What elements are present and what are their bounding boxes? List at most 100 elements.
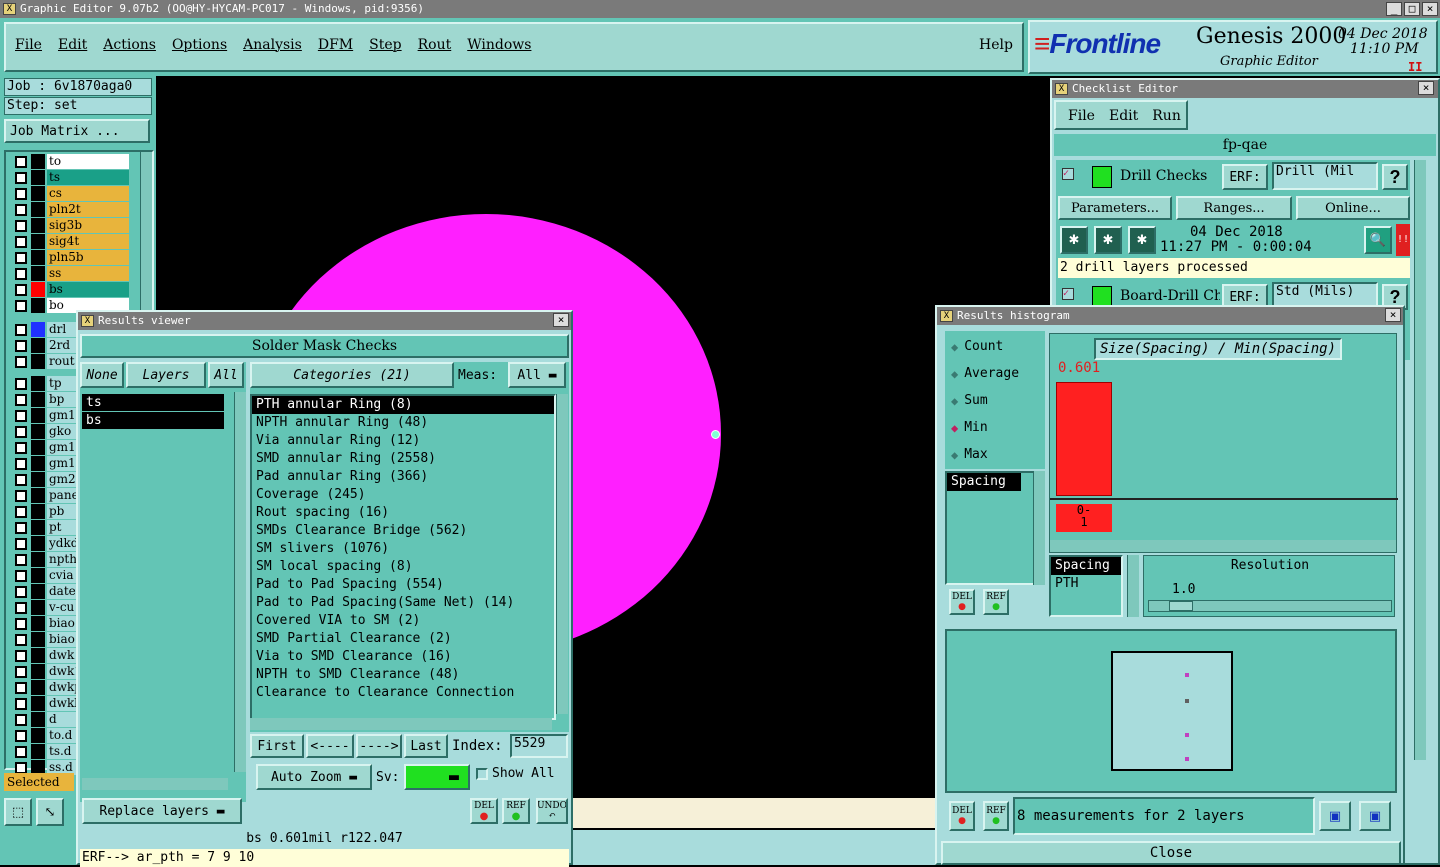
menu-actions[interactable]: Actions (103, 37, 156, 53)
undo-button[interactable]: UNDO ↶ (536, 798, 568, 824)
layer-affected-indicator[interactable] (31, 298, 45, 313)
close-icon[interactable]: × (1422, 2, 1438, 16)
layer-checkbox[interactable] (15, 442, 27, 454)
layer-affected-indicator[interactable] (31, 170, 45, 185)
layer-checkbox[interactable] (15, 268, 27, 280)
stat-option-average[interactable]: ◆ Average (951, 366, 1019, 381)
slider-thumb[interactable] (1169, 601, 1193, 611)
layer-affected-indicator[interactable] (31, 322, 45, 337)
category-item[interactable]: SMDs Clearance Bridge (562) (252, 522, 554, 540)
layer-row-board-4[interactable]: sig3b (13, 218, 133, 234)
layer-checkbox[interactable] (15, 156, 27, 168)
layer-affected-indicator[interactable] (31, 616, 45, 631)
replace-layers-select[interactable]: Replace layers ▬ (82, 798, 242, 824)
measure2-scrollbar[interactable] (1127, 555, 1139, 617)
layer-checkbox[interactable] (15, 172, 27, 184)
zoom-tool-icon[interactable]: ⤡ (36, 798, 64, 826)
run-check-icon[interactable]: ✱ (1060, 226, 1088, 254)
layer-affected-indicator[interactable] (31, 696, 45, 711)
layer-affected-indicator[interactable] (31, 680, 45, 695)
layer-checkbox[interactable] (15, 394, 27, 406)
menu-analysis[interactable]: Analysis (243, 37, 302, 53)
layer-row-board-1[interactable]: ts (13, 170, 133, 186)
layer-affected-indicator[interactable] (31, 234, 45, 249)
layer-affected-indicator[interactable] (31, 632, 45, 647)
layer-checkbox[interactable] (15, 220, 27, 232)
layer-checkbox[interactable] (15, 666, 27, 678)
menu-edit[interactable]: Edit (58, 37, 87, 53)
layer-row-board-2[interactable]: cs (13, 186, 133, 202)
layer-checkbox[interactable] (15, 410, 27, 422)
check1-help-button[interactable]: ? (1382, 164, 1408, 190)
run-check3-icon[interactable]: ✱ (1128, 226, 1156, 254)
maximize-icon[interactable]: □ (1404, 2, 1420, 16)
layer-checkbox[interactable] (15, 506, 27, 518)
check1-checkbox[interactable]: ✓ (1062, 168, 1074, 180)
layer-affected-indicator[interactable] (31, 266, 45, 281)
layer-affected-indicator[interactable] (31, 282, 45, 297)
layer-row-board-5[interactable]: sig4t (13, 234, 133, 250)
layer-checkbox[interactable] (15, 188, 27, 200)
category-scrollbar[interactable] (556, 394, 568, 714)
layer-checkbox[interactable] (15, 650, 27, 662)
layer-checkbox[interactable] (15, 426, 27, 438)
category-item[interactable]: SM slivers (1076) (252, 540, 554, 558)
select-tool-icon[interactable]: ⬚ (4, 798, 32, 826)
resolution-slider[interactable] (1148, 600, 1392, 612)
layer-affected-indicator[interactable] (31, 440, 45, 455)
layer-row-board-7[interactable]: ss (13, 266, 133, 282)
run-check2-icon[interactable]: ✱ (1094, 226, 1122, 254)
layer-checkbox[interactable] (15, 730, 27, 742)
category-item[interactable]: NPTH annular Ring (48) (252, 414, 554, 432)
auto-zoom-select[interactable]: Auto Zoom ▬ (256, 764, 372, 790)
layer-affected-indicator[interactable] (31, 472, 45, 487)
layer-row-board-8[interactable]: bs (13, 282, 133, 298)
del-button[interactable]: DEL ● (470, 798, 498, 824)
help-menu[interactable]: Help (979, 37, 1013, 53)
result-layer-item[interactable]: ts (82, 394, 224, 411)
layer-checkbox[interactable] (15, 746, 27, 758)
layer-affected-indicator[interactable] (31, 520, 45, 535)
measure2-item[interactable]: PTH (1051, 575, 1121, 593)
checklist-menu-file[interactable]: File (1068, 108, 1095, 124)
category-item[interactable]: Coverage (245) (252, 486, 554, 504)
layer-affected-indicator[interactable] (31, 408, 45, 423)
ranges-button[interactable]: Ranges... (1176, 196, 1292, 220)
layer-checkbox[interactable] (15, 682, 27, 694)
layer-checkbox[interactable] (15, 602, 27, 614)
job-matrix-button[interactable]: Job Matrix ... (4, 119, 150, 143)
hist-del-button-2[interactable]: DEL ● (949, 801, 975, 831)
category-item[interactable]: Pad to Pad Spacing(Same Net) (14) (252, 594, 554, 612)
parameters-button[interactable]: Parameters... (1058, 196, 1172, 220)
layer-checkbox[interactable] (15, 252, 27, 264)
layers-hscrollbar[interactable] (82, 778, 228, 790)
layer-checkbox[interactable] (15, 340, 27, 352)
category-item[interactable]: Clearance to Clearance Connection (252, 684, 554, 702)
layer-affected-indicator[interactable] (31, 536, 45, 551)
layer-checkbox[interactable] (15, 474, 27, 486)
results-viewer-close-icon[interactable]: × (553, 313, 569, 327)
layer-affected-indicator[interactable] (31, 354, 45, 369)
layer-affected-indicator[interactable] (31, 728, 45, 743)
layer-affected-indicator[interactable] (31, 504, 45, 519)
layer-checkbox[interactable] (15, 204, 27, 216)
layer-row-board-3[interactable]: pln2t (13, 202, 133, 218)
layer-checkbox[interactable] (15, 538, 27, 550)
prev-button[interactable]: <---- (306, 734, 354, 758)
category-item[interactable]: SM local spacing (8) (252, 558, 554, 576)
online-button[interactable]: Online... (1296, 196, 1410, 220)
category-item[interactable]: Pad to Pad Spacing (554) (252, 576, 554, 594)
layer-affected-indicator[interactable] (31, 202, 45, 217)
layer-affected-indicator[interactable] (31, 424, 45, 439)
none-button[interactable]: None (80, 362, 124, 388)
menu-windows[interactable]: Windows (467, 37, 531, 53)
layer-checkbox[interactable] (15, 586, 27, 598)
menu-file[interactable]: File (15, 37, 42, 53)
menu-options[interactable]: Options (172, 37, 227, 53)
graph-hscrollbar[interactable] (1050, 540, 1396, 552)
minimize-icon[interactable]: _ (1386, 2, 1402, 16)
hist-ref-button[interactable]: REF ● (983, 589, 1009, 615)
layer-affected-indicator[interactable] (31, 568, 45, 583)
layer-checkbox[interactable] (15, 356, 27, 368)
menu-rout[interactable]: Rout (418, 37, 452, 53)
